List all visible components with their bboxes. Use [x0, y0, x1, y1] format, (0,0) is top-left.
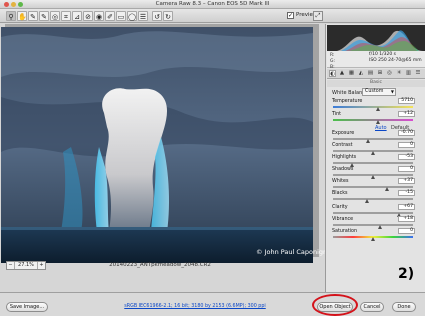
adjustment-brush-icon[interactable]: ✐	[105, 11, 115, 21]
chevron-down-icon: ▼	[390, 89, 394, 94]
done-button[interactable]: Done	[392, 302, 416, 312]
iso-lens: ISO 250 24-70@65 mm	[369, 57, 422, 63]
slider-track-highlights[interactable]	[333, 162, 413, 164]
preview-checkbox[interactable]: ✓	[287, 12, 294, 19]
slider-label-whites: Whites	[332, 179, 349, 184]
basic-tab-icon[interactable]: ◐	[329, 70, 336, 77]
toolbar: ⚲ ✋ ✎ ✎ ◎ ⌗ ⊿ ⊘ ◉ ✐ ▭ ◯ ☰ ↺ ↻ ✓ Preview ⤢	[0, 9, 425, 23]
slider-label-highlights: Highlights	[332, 155, 357, 160]
fullscreen-icon[interactable]: ⤢	[313, 11, 323, 21]
camera-calibration-tab-icon[interactable]: ✳	[396, 70, 403, 77]
crop-icon[interactable]: ⌗	[61, 11, 71, 21]
slider-value-highlights[interactable]: -53	[398, 154, 415, 160]
rotate-cw-icon[interactable]: ↻	[163, 11, 173, 21]
slider-value-exposure[interactable]: -0.70	[398, 130, 415, 136]
step-annotation: 2)	[398, 266, 415, 282]
slider-value-vibrance[interactable]: +18	[398, 216, 415, 222]
slider-track-temperature[interactable]	[333, 106, 413, 108]
histogram	[327, 25, 425, 51]
slider-value-saturation[interactable]: 0	[398, 228, 415, 234]
slider-track-clarity[interactable]	[333, 212, 413, 214]
slider-value-shadows[interactable]: 0	[398, 166, 415, 172]
slider-label-blacks: Blacks	[332, 191, 348, 196]
tone-curve-tab-icon[interactable]: ▲	[339, 70, 346, 77]
slider-value-clarity[interactable]: +67	[398, 204, 415, 210]
camera-raw-window: Camera Raw 8.3 – Canon EOS 5D Mark III ⚲…	[0, 0, 425, 316]
slider-value-tint[interactable]: +12	[398, 111, 415, 117]
snapshots-tab-icon[interactable]: ☰	[415, 70, 422, 77]
info-readout: R: G: B: f/10 1/320 s ISO 250 24-70@65 m…	[327, 51, 425, 70]
slider-value-whites[interactable]: +37	[398, 178, 415, 184]
white-balance-value: Custom	[365, 89, 384, 94]
slider-label-contrast: Contrast	[332, 143, 353, 148]
detail-tab-icon[interactable]: ▦	[348, 70, 355, 77]
window-title: Camera Raw 8.3 – Canon EOS 5D Mark III	[155, 1, 270, 7]
straighten-icon[interactable]: ⊿	[72, 11, 82, 21]
white-balance-select[interactable]: Custom ▼	[362, 88, 396, 96]
slider-track-blacks[interactable]	[333, 198, 413, 200]
white-balance-icon[interactable]: ✎	[28, 11, 38, 21]
spot-removal-icon[interactable]: ⊘	[83, 11, 93, 21]
lens-tab-icon[interactable]: ⊞	[377, 70, 384, 77]
slider-label-exposure: Exposure	[332, 131, 355, 136]
slider-track-tint[interactable]	[333, 119, 413, 121]
slider-label-clarity: Clarity	[332, 205, 348, 210]
slider-thumb-contrast[interactable]	[370, 151, 375, 155]
save-image-button[interactable]: Save Image...	[6, 302, 48, 312]
slider-track-whites[interactable]	[333, 186, 413, 188]
slider-label-vibrance: Vibrance	[332, 217, 354, 222]
slider-label-temperature: Temperature	[332, 99, 363, 104]
cancel-button[interactable]: Cancel	[360, 302, 384, 312]
slider-value-temperature[interactable]: 5710	[398, 98, 415, 104]
slider-thumb-temperature[interactable]	[375, 107, 380, 111]
hand-icon[interactable]: ✋	[17, 11, 27, 21]
slider-label-shadows: Shadows	[332, 167, 354, 172]
slider-track-exposure[interactable]	[333, 138, 413, 140]
slider-thumb-saturation[interactable]	[370, 237, 375, 241]
split-toning-tab-icon[interactable]: ▤	[367, 70, 374, 77]
title-bar: Camera Raw 8.3 – Canon EOS 5D Mark III	[0, 0, 425, 9]
hsl-tab-icon[interactable]: ◭	[358, 70, 365, 77]
zoom-icon[interactable]: ⚲	[6, 11, 16, 21]
slider-thumb-blacks[interactable]	[364, 199, 369, 203]
presets-tab-icon[interactable]: ▥	[405, 70, 412, 77]
highlight-ring	[312, 294, 358, 316]
slider-label-saturation: Saturation	[332, 229, 358, 234]
color-sampler-icon[interactable]: ✎	[39, 11, 49, 21]
slider-label-tint: Tint	[332, 112, 342, 117]
image-filename: 20140223_ANTpkmeadow_2048.CR2	[109, 262, 211, 268]
photo-preview	[1, 27, 313, 263]
targeted-adjust-icon[interactable]: ◎	[50, 11, 60, 21]
radial-filter-icon[interactable]: ◯	[127, 11, 137, 21]
slider-thumb-vibrance[interactable]	[377, 225, 382, 229]
section-title-basic: Basic	[327, 80, 425, 87]
slider-value-blacks[interactable]: -15	[398, 190, 415, 196]
slider-thumb-whites[interactable]	[384, 187, 389, 191]
photo-watermark: © John Paul Caponigro	[256, 248, 330, 256]
panel-tabs: ◐ ▲ ▦ ◭ ▤ ⊞ ◎ ✳ ▥ ☰	[327, 69, 425, 79]
rotate-ccw-icon[interactable]: ↺	[152, 11, 162, 21]
slider-value-contrast[interactable]: 0	[398, 142, 415, 148]
effects-tab-icon[interactable]: ◎	[386, 70, 393, 77]
slider-track-vibrance[interactable]	[333, 224, 413, 226]
slider-thumb-shadows[interactable]	[370, 175, 375, 179]
red-eye-icon[interactable]: ◉	[94, 11, 104, 21]
workflow-options-link[interactable]: sRGB IEC61966-2.1; 16 bit; 3180 by 2153 …	[115, 304, 275, 309]
graduated-filter-icon[interactable]: ▭	[116, 11, 126, 21]
preferences-icon[interactable]: ☰	[138, 11, 148, 21]
slider-thumb-exposure[interactable]	[365, 139, 370, 143]
slider-thumb-tint[interactable]	[375, 120, 380, 124]
auto-button[interactable]: Auto	[375, 125, 387, 131]
